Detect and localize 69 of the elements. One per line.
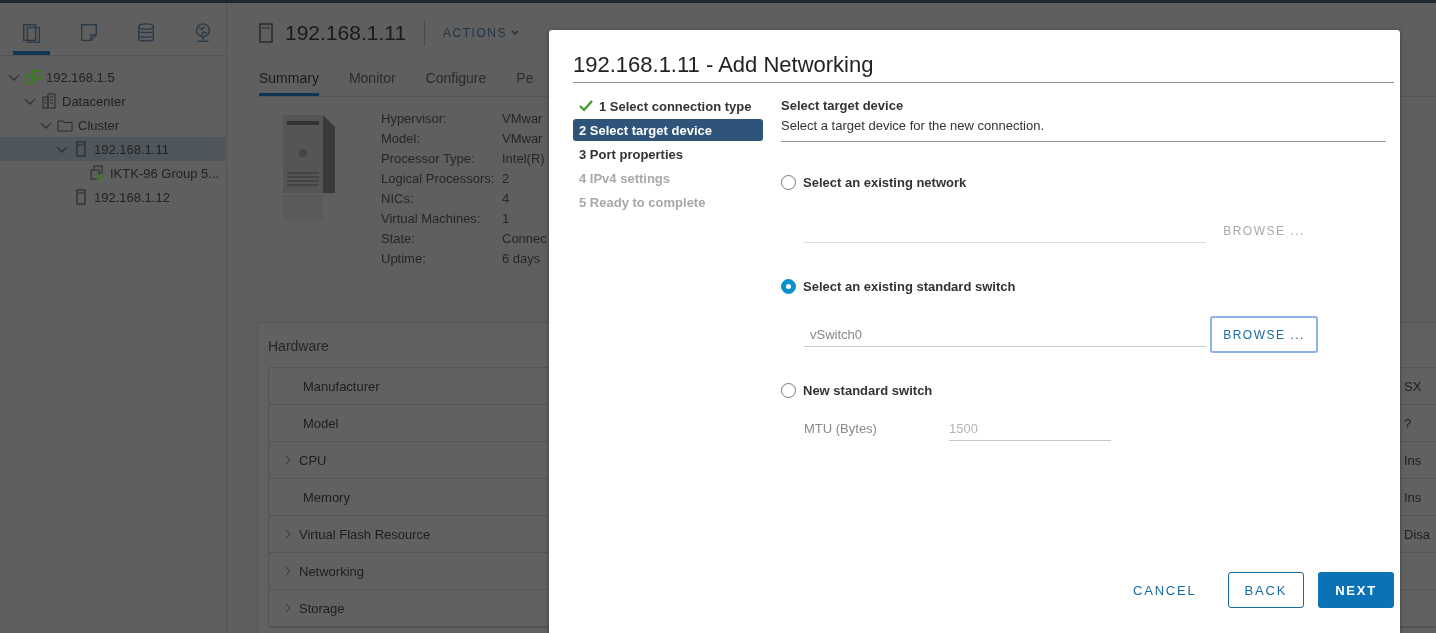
wizard-step[interactable]: 1 Select connection type [573,95,763,117]
wizard-step[interactable]: 3 Port properties [573,143,763,165]
field-label: MTU (Bytes) [804,421,878,436]
option-label[interactable]: Select an existing standard switch [803,279,1016,294]
chevron-icon[interactable] [283,603,293,613]
dialog-title: 192.168.1.11 - Add Networking [573,52,1394,83]
server-icon [73,189,89,205]
browse-button[interactable]: BROWSE ... [1210,316,1318,353]
host-title: 192.168.1.11 [285,21,407,45]
row-label: Storage [299,600,345,616]
caret-icon[interactable] [510,30,519,36]
property-value: VMwar [502,131,544,147]
property-label: Logical Processors: [381,171,496,187]
property-value: 2 [502,171,511,187]
folder-icon [57,117,73,133]
chevron-icon[interactable] [283,455,293,465]
section-description: Select a target device for the new connection. [781,118,1386,142]
pages-icon[interactable] [20,22,43,44]
property-value: Intel(R) [502,151,546,167]
primary-button[interactable]: NEXT [1318,572,1394,608]
row-value: ? [1404,415,1412,431]
building-icon [41,93,57,109]
row-label: Virtual Flash Resource [299,526,431,542]
property-label: Uptime: [381,251,427,267]
property-label: Model: [381,131,422,147]
row-label: Networking [299,563,365,579]
row-value: SX [1404,378,1422,394]
card-title: Hardware [268,338,329,354]
row-label: Memory [303,489,350,505]
radio-button[interactable] [781,383,796,398]
tree-item[interactable]: 192.168.1.12 [0,185,226,209]
secondary-button[interactable]: BACK [1227,572,1305,608]
section-heading: Select target device [781,98,905,113]
row-label: Manufacturer [303,378,380,394]
property-value: 1 [502,211,511,227]
row-label: CPU [299,452,327,468]
property-value: Connec [502,231,547,247]
row-label: Model [303,415,339,431]
row-value: Ins [1404,452,1422,468]
tree-item[interactable]: 192.168.1.5 [0,65,226,89]
property-label: Virtual Machines: [381,211,482,227]
property-label: Hypervisor: [381,111,448,127]
radio-button[interactable] [781,175,796,190]
server-icon [73,141,89,157]
vcenter-icon [25,69,41,85]
tree-item[interactable]: Cluster [0,113,226,137]
input-field[interactable]: vSwitch0 [804,322,1206,347]
check-icon [579,100,593,112]
property-value: 4 [502,191,511,207]
row-value: Disa [1404,526,1430,542]
row-value: Ins [1404,489,1422,505]
radio-button[interactable] [781,279,796,294]
property-label: NICs: [381,191,415,207]
tree-item[interactable]: IKTK-96 Group 5... [0,161,226,185]
chevron-icon[interactable] [283,529,293,539]
option-label[interactable]: New standard switch [803,383,933,398]
server-icon [259,23,273,43]
tab[interactable]: Summary [259,62,319,96]
tree-item[interactable]: 192.168.1.11 [0,137,226,161]
option-label[interactable]: Select an existing network [803,175,967,190]
property-value: VMwar [502,111,544,127]
chevron-icon[interactable] [283,566,293,576]
vm-group-icon [89,165,105,181]
actions-menu[interactable]: ACTIONS [443,26,519,40]
property-value: 6 days [502,251,542,267]
wizard-step[interactable]: 2 Select target device [573,119,763,141]
property-label: Processor Type: [381,151,476,167]
property-label: State: [381,231,416,247]
tree-item[interactable]: Datacenter [0,89,226,113]
